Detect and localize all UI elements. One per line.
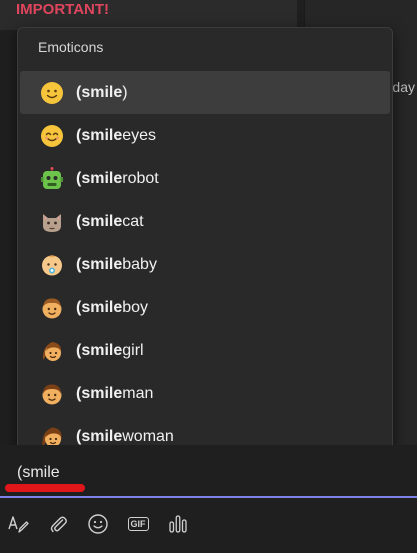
important-label: IMPORTANT! [16,1,110,18]
smileboy-emoji-icon [42,297,62,318]
emoticon-item-smile[interactable]: (smile) [20,71,390,114]
emoticon-label: (smilewoman [76,427,174,445]
emoticon-item-smileeyes[interactable]: (smileeyes [20,114,390,157]
chat-message-card: IMPORTANT! [0,0,297,30]
gif-button[interactable]: GIF [125,511,151,537]
emoticons-popup: Emoticons (smile) (smileeyes (smilerobot… [17,27,393,463]
emoticon-label: (smilecat [76,212,144,230]
emoticon-item-smilerobot[interactable]: (smilerobot [20,157,390,200]
emoticon-label: (smileboy [76,298,149,316]
smilecat-emoji-icon [43,213,61,232]
emoticon-item-smilecat[interactable]: (smilecat [20,200,390,243]
praise-icon [169,515,187,533]
compose-focus-underline [0,496,417,498]
smile-emoji-icon [41,81,63,104]
format-icon [8,516,29,533]
emoticon-list: (smile) (smileeyes (smilerobot (smilecat… [18,71,392,458]
side-panel-text: day [392,79,415,95]
smilebaby-emoji-icon [42,254,62,275]
smilegirl-emoji-icon [42,341,62,361]
emoticon-label: (smile) [76,83,128,101]
compose-toolbar: GIF [0,508,417,540]
praise-button[interactable] [165,511,191,537]
compose-input[interactable]: (smile [17,464,60,482]
attach-icon [50,516,67,533]
emoticon-item-smileboy[interactable]: (smileboy [20,286,390,329]
red-annotation-underline [5,484,85,492]
format-button[interactable] [5,511,31,537]
smileeyes-emoji-icon [41,124,63,147]
emoticon-label: (smileeyes [76,126,157,144]
emoticon-label: (smileman [76,384,154,402]
emoticon-item-smilebaby[interactable]: (smilebaby [20,243,390,286]
emoticon-label: (smilegirl [76,341,144,359]
emoticon-label: (smilerobot [76,169,159,187]
popup-header: Emoticons [38,39,104,55]
emoji-icon [88,514,108,534]
smileman-emoji-icon [42,384,62,404]
gif-icon: GIF [127,517,149,531]
emoticon-label: (smilebaby [76,255,157,273]
emoticon-item-smileman[interactable]: (smileman [20,372,390,415]
emoji-button[interactable] [85,511,111,537]
smilerobot-emoji-icon [41,166,63,189]
attach-button[interactable] [45,511,71,537]
emoticon-item-smilegirl[interactable]: (smilegirl [20,329,390,372]
